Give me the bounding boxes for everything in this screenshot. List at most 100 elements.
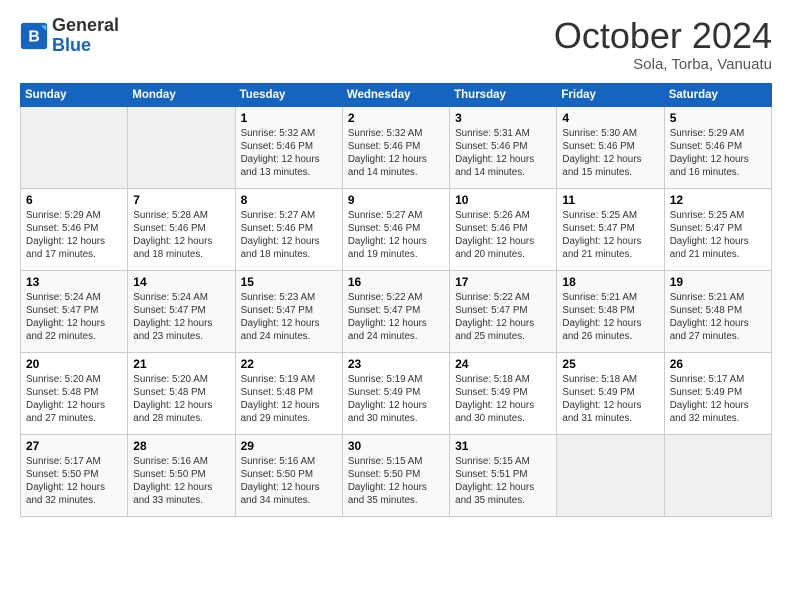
sunset: Sunset: 5:47 PM: [670, 223, 742, 234]
sunset: Sunset: 5:46 PM: [241, 141, 313, 152]
sunrise: Sunrise: 5:29 AM: [670, 128, 745, 139]
week-row-2: 13Sunrise: 5:24 AMSunset: 5:47 PMDayligh…: [21, 270, 772, 352]
calendar-cell: 31 Sunrise: 5:15 AMSunset: 5:51 PMDayligh…: [450, 434, 557, 516]
sunset: Sunset: 5:48 PM: [26, 387, 98, 398]
day-info: Sunrise: 5:32 AMSunset: 5:46 PMDaylight:…: [241, 127, 337, 180]
sunset: Sunset: 5:47 PM: [133, 305, 205, 316]
daylight: Daylight: 12 hours and 21 minutes.: [562, 236, 641, 260]
col-saturday: Saturday: [664, 83, 771, 106]
calendar-cell: 1 Sunrise: 5:32 AMSunset: 5:46 PMDaylight…: [235, 106, 342, 188]
sunset: Sunset: 5:48 PM: [133, 387, 205, 398]
day-info: Sunrise: 5:20 AMSunset: 5:48 PMDaylight:…: [133, 373, 229, 426]
calendar-cell: 26Sunrise: 5:17 AMSunset: 5:49 PMDayligh…: [664, 352, 771, 434]
sunrise: Sunrise: 5:19 AM: [241, 374, 316, 385]
logo-blue: Blue: [52, 35, 91, 55]
calendar-cell: 27Sunrise: 5:17 AMSunset: 5:50 PMDayligh…: [21, 434, 128, 516]
day-number: 4: [562, 111, 658, 125]
day-number: 8: [241, 193, 337, 207]
sunrise: Sunrise: 5:23 AM: [241, 292, 316, 303]
calendar-cell: 22Sunrise: 5:19 AMSunset: 5:48 PMDayligh…: [235, 352, 342, 434]
daylight: Daylight: 12 hours and 21 minutes.: [670, 236, 749, 260]
calendar-cell: [664, 434, 771, 516]
logo: B General Blue: [20, 16, 119, 56]
sunrise: Sunrise: 5:28 AM: [133, 210, 208, 221]
calendar-cell: 17 Sunrise: 5:22 AMSunset: 5:47 PMDayligh…: [450, 270, 557, 352]
sunrise: Sunrise: 5:31 AM: [455, 128, 530, 139]
daylight: Daylight: 12 hours and 35 minutes.: [348, 482, 427, 506]
daylight: Daylight: 12 hours and 25 minutes.: [455, 318, 534, 342]
daylight: Daylight: 12 hours and 23 minutes.: [133, 318, 212, 342]
month-title: October 2024: [554, 16, 772, 56]
day-info: Sunrise: 5:25 AMSunset: 5:47 PMDaylight:…: [562, 209, 658, 262]
day-info: Sunrise: 5:20 AMSunset: 5:48 PMDaylight:…: [26, 373, 122, 426]
sunrise: Sunrise: 5:16 AM: [241, 456, 316, 467]
day-info: Sunrise: 5:16 AMSunset: 5:50 PMDaylight:…: [133, 455, 229, 508]
sunset: Sunset: 5:47 PM: [241, 305, 313, 316]
daylight: Daylight: 12 hours and 30 minutes.: [455, 400, 534, 424]
sunset: Sunset: 5:47 PM: [455, 305, 527, 316]
calendar-header: Sunday Monday Tuesday Wednesday Thursday…: [21, 83, 772, 106]
sunrise: Sunrise: 5:32 AM: [348, 128, 423, 139]
day-number: 17: [455, 275, 551, 289]
day-info: Sunrise: 5:31 AMSunset: 5:46 PMDaylight:…: [455, 127, 551, 180]
day-info: Sunrise: 5:25 AMSunset: 5:47 PMDaylight:…: [670, 209, 766, 262]
daylight: Daylight: 12 hours and 16 minutes.: [670, 154, 749, 178]
calendar-cell: 13Sunrise: 5:24 AMSunset: 5:47 PMDayligh…: [21, 270, 128, 352]
col-thursday: Thursday: [450, 83, 557, 106]
day-info: Sunrise: 5:18 AMSunset: 5:49 PMDaylight:…: [562, 373, 658, 426]
calendar-cell: 23Sunrise: 5:19 AMSunset: 5:49 PMDayligh…: [342, 352, 449, 434]
sunrise: Sunrise: 5:15 AM: [348, 456, 423, 467]
day-info: Sunrise: 5:22 AMSunset: 5:47 PMDaylight:…: [348, 291, 444, 344]
sunset: Sunset: 5:49 PM: [562, 387, 634, 398]
day-info: Sunrise: 5:32 AMSunset: 5:46 PMDaylight:…: [348, 127, 444, 180]
daylight: Daylight: 12 hours and 24 minutes.: [348, 318, 427, 342]
col-tuesday: Tuesday: [235, 83, 342, 106]
day-info: Sunrise: 5:24 AMSunset: 5:47 PMDaylight:…: [26, 291, 122, 344]
calendar-cell: [128, 106, 235, 188]
sunset: Sunset: 5:50 PM: [241, 469, 313, 480]
col-friday: Friday: [557, 83, 664, 106]
daylight: Daylight: 12 hours and 33 minutes.: [133, 482, 212, 506]
sunrise: Sunrise: 5:21 AM: [562, 292, 637, 303]
days-row: Sunday Monday Tuesday Wednesday Thursday…: [21, 83, 772, 106]
daylight: Daylight: 12 hours and 20 minutes.: [455, 236, 534, 260]
day-info: Sunrise: 5:29 AMSunset: 5:46 PMDaylight:…: [26, 209, 122, 262]
sunset: Sunset: 5:46 PM: [241, 223, 313, 234]
day-number: 18: [562, 275, 658, 289]
day-info: Sunrise: 5:15 AMSunset: 5:51 PMDaylight:…: [455, 455, 551, 508]
week-row-3: 20 Sunrise: 5:20 AMSunset: 5:48 PMDayligh…: [21, 352, 772, 434]
day-number: 1: [241, 111, 337, 125]
calendar: Sunday Monday Tuesday Wednesday Thursday…: [20, 83, 772, 517]
day-number: 19: [670, 275, 766, 289]
day-info: Sunrise: 5:17 AMSunset: 5:49 PMDaylight:…: [670, 373, 766, 426]
sunrise: Sunrise: 5:15 AM: [455, 456, 530, 467]
sunset: Sunset: 5:47 PM: [562, 223, 634, 234]
week-row-1: 6Sunrise: 5:29 AMSunset: 5:46 PMDaylight…: [21, 188, 772, 270]
sunset: Sunset: 5:50 PM: [348, 469, 420, 480]
day-number: 2: [348, 111, 444, 125]
day-number: 22: [241, 357, 337, 371]
sunset: Sunset: 5:48 PM: [670, 305, 742, 316]
daylight: Daylight: 12 hours and 19 minutes.: [348, 236, 427, 260]
day-number: 31: [455, 439, 551, 453]
logo-text: General Blue: [52, 16, 119, 56]
sunset: Sunset: 5:46 PM: [562, 141, 634, 152]
sunrise: Sunrise: 5:27 AM: [241, 210, 316, 221]
sunset: Sunset: 5:50 PM: [133, 469, 205, 480]
svg-text:B: B: [28, 28, 39, 45]
calendar-cell: 25Sunrise: 5:18 AMSunset: 5:49 PMDayligh…: [557, 352, 664, 434]
daylight: Daylight: 12 hours and 24 minutes.: [241, 318, 320, 342]
day-number: 20: [26, 357, 122, 371]
calendar-cell: 3Sunrise: 5:31 AMSunset: 5:46 PMDaylight…: [450, 106, 557, 188]
sunrise: Sunrise: 5:24 AM: [26, 292, 101, 303]
daylight: Daylight: 12 hours and 35 minutes.: [455, 482, 534, 506]
calendar-cell: 24Sunrise: 5:18 AMSunset: 5:49 PMDayligh…: [450, 352, 557, 434]
daylight: Daylight: 12 hours and 28 minutes.: [133, 400, 212, 424]
day-info: Sunrise: 5:22 AMSunset: 5:47 PMDaylight:…: [455, 291, 551, 344]
sunset: Sunset: 5:48 PM: [241, 387, 313, 398]
calendar-cell: 4Sunrise: 5:30 AMSunset: 5:46 PMDaylight…: [557, 106, 664, 188]
page: B General Blue October 2024 Sola, Torba,…: [0, 0, 792, 612]
daylight: Daylight: 12 hours and 30 minutes.: [348, 400, 427, 424]
calendar-cell: 7Sunrise: 5:28 AMSunset: 5:46 PMDaylight…: [128, 188, 235, 270]
daylight: Daylight: 12 hours and 34 minutes.: [241, 482, 320, 506]
